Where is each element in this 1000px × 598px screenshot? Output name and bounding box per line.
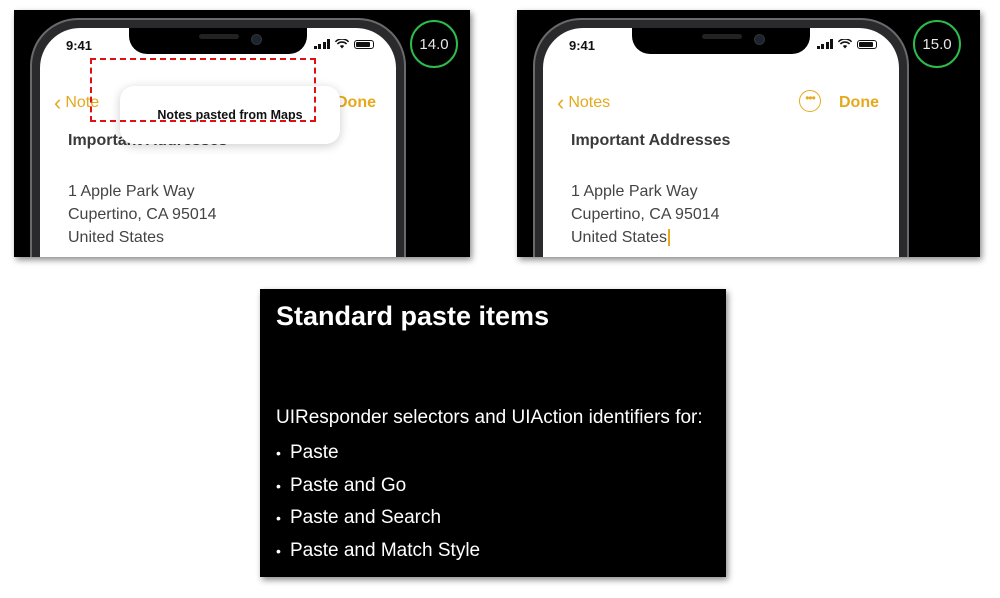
cellular-signal-icon: [313, 39, 330, 49]
notch: [632, 28, 810, 54]
chevron-left-icon: ‹: [557, 90, 565, 115]
slide-intro: UIResponder selectors and UIAction ident…: [276, 407, 703, 428]
speaker: [702, 34, 742, 39]
address-line: United States: [571, 229, 668, 246]
list-item: • Paste and Match Style: [276, 535, 480, 568]
paste-items-list: • Paste • Paste and Go • Paste and Search •…: [276, 437, 480, 567]
address-line: United States: [68, 229, 165, 246]
bullet: •: [276, 542, 281, 559]
version-badge: 14.0: [410, 20, 458, 68]
note-body[interactable]: 1 Apple Park Way Cupertino, CA 95014 Uni…: [68, 180, 217, 249]
bullet: •: [276, 510, 281, 527]
text-cursor: [668, 229, 671, 247]
wifi-icon: [838, 39, 852, 49]
list-item: • Paste and Go: [276, 470, 480, 503]
list-item-label: Paste and Match Style: [290, 539, 481, 561]
note-body[interactable]: 1 Apple Park Way Cupertino, CA 95014 Uni…: [571, 180, 720, 249]
back-button[interactable]: ‹ Notes: [557, 90, 611, 115]
done-button[interactable]: Done: [839, 94, 879, 112]
address-line: 1 Apple Park Way: [68, 183, 195, 200]
speaker: [199, 34, 239, 39]
done-button[interactable]: Done: [336, 94, 376, 112]
highlight-box: [90, 58, 316, 122]
phone-screen: 9:41 ‹ Notes ••• Done Important Addresse…: [543, 28, 899, 257]
ios14-screenshot-panel: 9:41 ‹ Note Done Important Addresses 1 A…: [14, 10, 470, 257]
status-time: 9:41: [569, 38, 596, 53]
status-time: 9:41: [66, 38, 93, 53]
address-line-last: United States: [571, 226, 720, 249]
wifi-icon: [335, 39, 349, 49]
address-line: 1 Apple Park Way: [571, 183, 698, 200]
list-item-label: Paste and Search: [290, 507, 442, 529]
version-badge: 15.0: [913, 20, 961, 68]
ios15-screenshot-panel: 9:41 ‹ Notes ••• Done Important Addresse…: [517, 10, 980, 257]
slide-panel: Standard paste items UIResponder selecto…: [260, 289, 726, 577]
status-icons: [816, 39, 877, 49]
camera-icon: [251, 34, 262, 45]
list-item: • Paste: [276, 437, 480, 470]
address-line: Cupertino, CA 95014: [68, 206, 217, 223]
chevron-left-icon: ‹: [54, 90, 62, 115]
battery-icon: [857, 39, 877, 49]
list-item-label: Paste and Go: [290, 474, 407, 496]
note-title: Important Addresses: [571, 132, 731, 149]
notch: [129, 28, 307, 54]
bullet: •: [276, 445, 281, 462]
bullet: •: [276, 477, 281, 494]
status-icons: [313, 39, 374, 49]
list-item: • Paste and Search: [276, 502, 480, 535]
cellular-signal-icon: [816, 39, 833, 49]
phone-frame: 9:41 ‹ Note Done Important Addresses 1 A…: [30, 18, 406, 257]
slide-title: Standard paste items: [276, 301, 550, 331]
camera-icon: [754, 34, 765, 45]
phone-frame: 9:41 ‹ Notes ••• Done Important Addresse…: [533, 18, 909, 257]
back-label: Notes: [568, 94, 611, 111]
battery-icon: [354, 39, 374, 49]
ellipsis-circle-icon[interactable]: •••: [799, 90, 821, 112]
address-line: Cupertino, CA 95014: [571, 206, 720, 223]
list-item-label: Paste: [290, 442, 339, 464]
